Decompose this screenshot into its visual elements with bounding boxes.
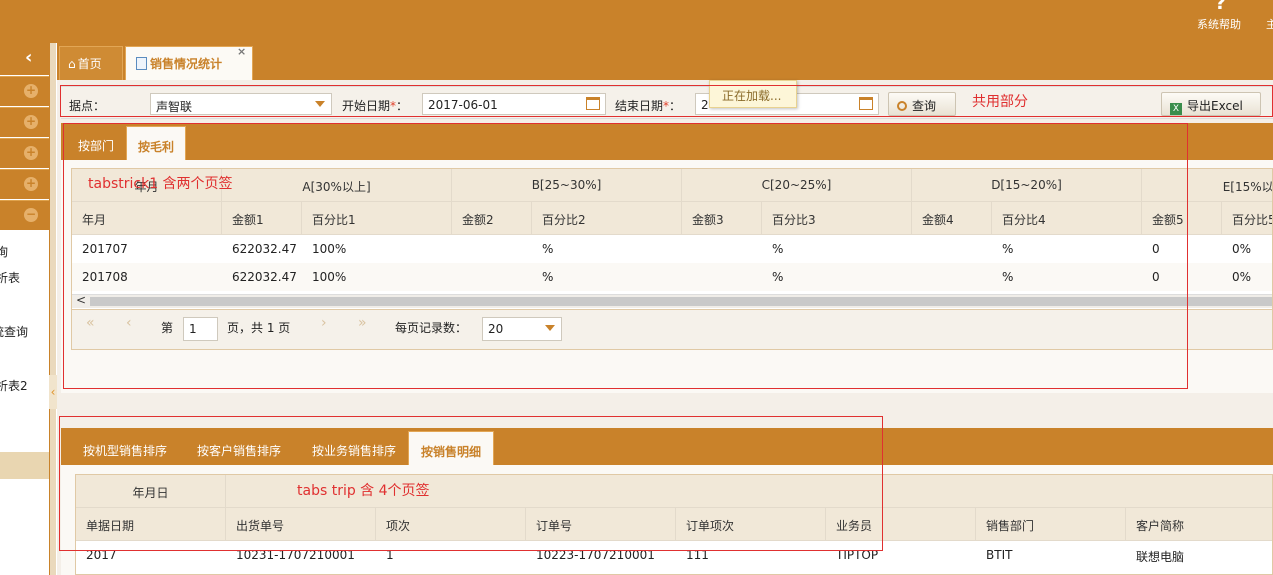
table-cell: BTIT	[986, 548, 1013, 562]
collapse-icon[interactable]: −	[24, 208, 38, 222]
sidebar: ‹ + + + + − 询 析表 统查询 析表2	[0, 43, 50, 575]
collapse-sidebar-icon[interactable]: ‹	[25, 47, 32, 68]
splitter-arrow-icon[interactable]: ‹	[49, 375, 57, 409]
table-cell: 0%	[1232, 242, 1252, 256]
sidebar-group-5[interactable]: −	[0, 200, 49, 230]
annotation-box-tabstrip1	[63, 123, 1188, 389]
sidebar-group-2[interactable]: +	[0, 107, 49, 137]
expand-icon[interactable]: +	[24, 146, 38, 160]
document-icon	[136, 57, 147, 70]
expand-icon[interactable]: +	[24, 84, 38, 98]
sidebar-group-3[interactable]: +	[0, 138, 49, 168]
main-area: ⌂ 首页 销售情况统计 × 据点： 声智联 开始日期*： 2017-06-01 结…	[57, 43, 1273, 575]
table-cell: 联想电脑	[1136, 550, 1185, 564]
annotation-box-tabstrip2	[59, 416, 883, 551]
topbar-extra-link[interactable]: 主	[1266, 16, 1273, 32]
tab-home-label: 首页	[77, 57, 102, 71]
sidebar-link-4[interactable]: 析表2	[0, 377, 44, 394]
column-header: 客户简称	[1126, 508, 1272, 541]
expand-icon[interactable]: +	[24, 115, 38, 129]
sidebar-link-3[interactable]: 统查询	[0, 323, 40, 340]
annotation-tabstrip2: tabs trip 含 4个页签	[297, 483, 430, 499]
sidebar-selected-item[interactable]	[0, 452, 49, 479]
sidebar-splitter[interactable]	[49, 43, 56, 575]
annotation-tabstrip1: tabstrick1 含两个页签	[88, 176, 233, 192]
annotation-box-common	[60, 85, 1273, 117]
sidebar-header: ‹	[0, 43, 49, 75]
top-bar: ? 系统帮助 主	[0, 0, 1273, 43]
tab-home[interactable]: ⌂ 首页	[59, 46, 123, 80]
tab-sales-label: 销售情况统计	[150, 57, 223, 71]
tab-sales-statistics[interactable]: 销售情况统计	[125, 46, 253, 80]
sidebar-link-1[interactable]: 询	[0, 243, 44, 260]
close-tab-icon[interactable]: ×	[237, 45, 246, 58]
system-help-link[interactable]: 系统帮助	[1197, 16, 1241, 32]
table-cell: 0%	[1232, 270, 1252, 284]
page-tab-bar: ⌂ 首页 销售情况统计 ×	[57, 43, 1273, 80]
help-icon[interactable]: ?	[1215, 0, 1226, 14]
expand-icon[interactable]: +	[24, 177, 38, 191]
home-icon: ⌂	[68, 57, 76, 71]
sidebar-group-1[interactable]: +	[0, 76, 49, 106]
sidebar-group-4[interactable]: +	[0, 169, 49, 199]
sidebar-link-2[interactable]: 析表	[0, 269, 44, 286]
column-header: 百分比5	[1222, 202, 1272, 235]
column-header: 销售部门	[976, 508, 1126, 541]
